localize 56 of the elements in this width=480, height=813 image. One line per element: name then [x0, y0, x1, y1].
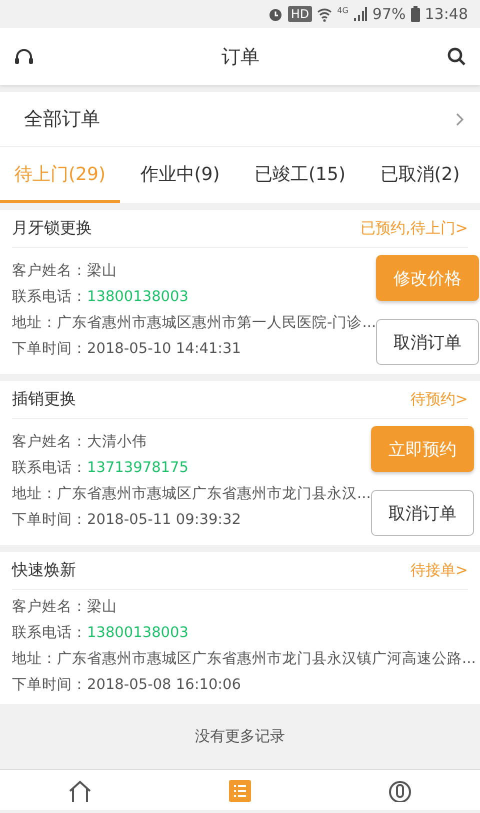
field-label: 地址：: [12, 314, 57, 333]
field-value: 梁山: [87, 598, 117, 617]
field-value: 2018-05-10 14:41:31: [87, 340, 241, 359]
field-value: 梁山: [87, 262, 117, 281]
search-icon[interactable]: [447, 47, 466, 66]
phone-link[interactable]: 13800138003: [87, 287, 188, 307]
all-orders-label: 全部订单: [24, 107, 100, 132]
order-status-link[interactable]: 待接单>: [410, 561, 468, 580]
list-icon: [229, 780, 251, 802]
primary-action-button[interactable]: 立即预约: [370, 426, 474, 472]
chevron-right-icon: [456, 112, 464, 126]
all-orders-row[interactable]: 全部订单: [0, 92, 480, 146]
field-value: 2018-05-08 16:10:06: [87, 676, 241, 695]
signal-icon: [353, 7, 368, 21]
network-label: 4G: [337, 6, 348, 15]
primary-action-button[interactable]: 修改价格: [376, 255, 480, 301]
field-value: 广东省惠州市惠城区广东省惠州市龙门县永汉...: [57, 484, 371, 504]
hd-badge: HD: [288, 6, 312, 22]
field-label: 客户姓名：: [12, 432, 87, 452]
field-label: 下单时间：: [12, 511, 87, 530]
order-tab[interactable]: 待上门(29): [0, 147, 120, 203]
battery-icon: [410, 6, 420, 22]
home-icon: [68, 780, 92, 802]
page-title: 订单: [222, 44, 260, 70]
field-label: 联系电话：: [12, 624, 87, 643]
field-value: 2018-05-11 09:39:32: [87, 511, 241, 530]
order-title: 月牙锁更换: [12, 218, 92, 239]
phone-link[interactable]: 13713978175: [87, 458, 188, 478]
profile-icon: [388, 780, 412, 802]
field-label: 联系电话：: [12, 459, 87, 478]
wifi-icon: [317, 6, 332, 22]
order-status-link[interactable]: 待预约>: [410, 390, 468, 409]
field-label: 下单时间：: [12, 340, 87, 359]
field-value: 广东省惠州市惠城区惠州市第一人民医院-门诊...: [57, 314, 376, 333]
order-title: 快速焕新: [12, 560, 76, 581]
phone-link[interactable]: 13800138003: [87, 623, 188, 643]
field-value: 广东省惠州市惠城区广东省惠州市龙门县永汉镇广河高速公路...: [57, 650, 476, 669]
order-tab[interactable]: 已竣工(15): [240, 147, 360, 203]
no-more-records: 没有更多记录: [195, 727, 285, 746]
field-label: 下单时间：: [12, 676, 87, 695]
cancel-order-button[interactable]: 取消订单: [370, 490, 474, 536]
order-title: 插销更换: [12, 389, 76, 410]
alarm-icon: [268, 6, 283, 22]
battery-percent: 97%: [372, 5, 406, 23]
order-tab[interactable]: 已取消(2): [360, 147, 480, 203]
headset-icon[interactable]: [14, 48, 34, 66]
order-tab[interactable]: 作业中(9): [120, 147, 240, 203]
field-label: 地址：: [12, 485, 57, 504]
cancel-order-button[interactable]: 取消订单: [376, 319, 480, 365]
order-status-link[interactable]: 已预约,待上门>: [360, 219, 468, 238]
clock-time: 13:48: [424, 5, 468, 23]
field-label: 客户姓名：: [12, 598, 87, 617]
field-label: 客户姓名：: [12, 262, 87, 281]
field-label: 地址：: [12, 650, 57, 669]
field-label: 联系电话：: [12, 288, 87, 307]
field-value: 大清小伟: [87, 433, 147, 452]
